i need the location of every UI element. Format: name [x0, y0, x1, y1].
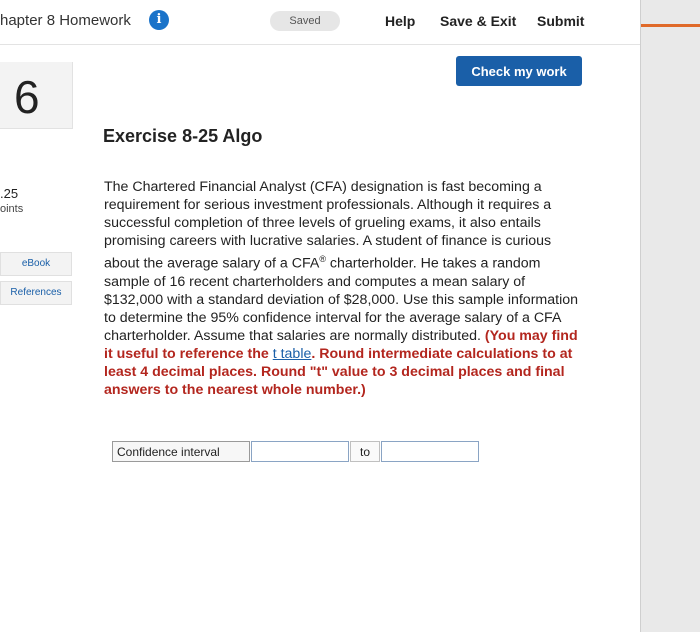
exercise-title: Exercise 8-25 Algo — [103, 126, 263, 146]
gutter-stripe — [641, 24, 700, 27]
assignment-title: hapter 8 Homework — [0, 12, 131, 29]
top-bar: hapter 8 Homework i Saved Help Save & Ex… — [0, 0, 640, 45]
info-icon[interactable]: i — [149, 10, 169, 30]
help-link[interactable]: Help — [385, 13, 415, 29]
registered-mark: ® — [319, 254, 326, 264]
question-number: 6 — [14, 71, 40, 123]
submit-link[interactable]: Submit — [537, 13, 584, 29]
to-label: to — [350, 441, 380, 462]
t-table-link[interactable]: t table — [273, 346, 312, 362]
ebook-link[interactable]: eBook — [0, 252, 72, 276]
references-link[interactable]: References — [0, 281, 72, 305]
save-exit-link[interactable]: Save & Exit — [440, 13, 516, 29]
upper-bound-input[interactable] — [381, 441, 479, 462]
saved-status: Saved — [270, 11, 340, 31]
problem-text: The Chartered Financial Analyst (CFA) de… — [104, 178, 584, 399]
right-gutter — [640, 0, 700, 632]
lower-bound-input[interactable] — [251, 441, 349, 462]
check-my-work-button[interactable]: Check my work — [456, 56, 582, 86]
points-label: oints — [0, 203, 24, 215]
points-value: .25 — [0, 186, 19, 201]
confidence-interval-label: Confidence interval — [112, 441, 250, 462]
